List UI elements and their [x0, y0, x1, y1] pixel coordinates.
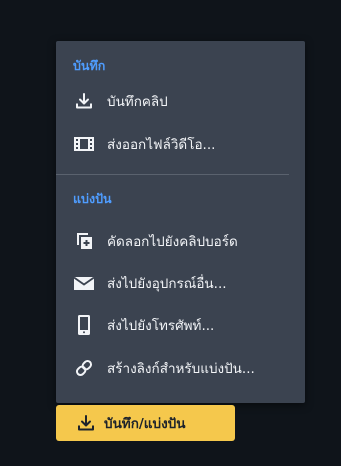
section-title-share: แบ่งปัน: [73, 191, 112, 206]
menu-item-label: สร้างลิงก์สำหรับแบ่งปัน...: [107, 361, 255, 377]
envelope-icon: [73, 272, 95, 294]
menu-item-label: ส่งไปยังอุปกรณ์อื่น...: [107, 276, 227, 292]
menu-divider: [56, 174, 289, 175]
menu-item-send-to-phone[interactable]: ส่งไปยังโทรศัพท์...: [56, 307, 305, 343]
menu-item-label: ส่งไปยังโทรศัพท์...: [107, 318, 215, 334]
copy-to-clipboard-icon: [73, 230, 95, 252]
menu-item-create-share-link[interactable]: สร้างลิงก์สำหรับแบ่งปัน...: [56, 350, 305, 386]
menu-item-label: ส่งออกไฟล์วิดีโอ...: [107, 137, 216, 153]
menu-item-label: บันทึกคลิป: [107, 94, 168, 110]
save-share-menu: บันทึก บันทึกคลิป ส่งออกไฟล์วิดีโอ... แบ…: [56, 41, 305, 403]
download-icon: [76, 413, 96, 433]
download-icon: [73, 90, 95, 112]
film-icon: [73, 133, 95, 155]
save-share-button[interactable]: บันทึก/แบ่งปัน: [56, 405, 235, 441]
phone-icon: [73, 314, 95, 336]
save-share-button-label: บันทึก/แบ่งปัน: [104, 416, 186, 432]
menu-item-send-to-device[interactable]: ส่งไปยังอุปกรณ์อื่น...: [56, 265, 305, 301]
menu-item-label: คัดลอกไปยังคลิปบอร์ด: [107, 234, 238, 250]
menu-item-export-video[interactable]: ส่งออกไฟล์วิดีโอ...: [56, 126, 305, 162]
section-title-save: บันทึก: [73, 58, 106, 73]
link-icon: [73, 357, 95, 379]
menu-item-save-clip[interactable]: บันทึกคลิป: [56, 83, 305, 119]
menu-item-copy-to-clipboard[interactable]: คัดลอกไปยังคลิปบอร์ด: [56, 223, 305, 259]
